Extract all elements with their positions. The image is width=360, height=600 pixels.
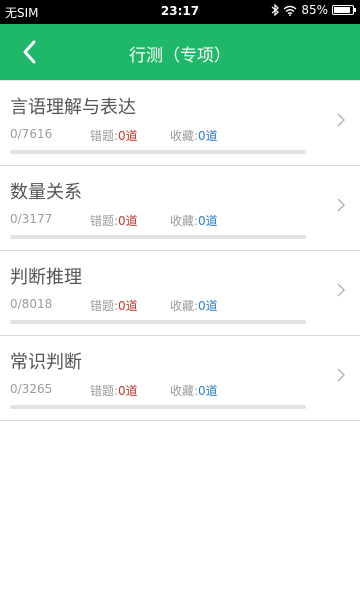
wrong-count: 0道 [118, 384, 138, 398]
favorites: 收藏:0道 [170, 382, 218, 399]
category-name: 言语理解与表达 [10, 97, 136, 118]
battery-percent: 85% [301, 3, 328, 17]
favorites: 收藏:0道 [170, 212, 218, 229]
wrong-label: 错题: [90, 299, 119, 313]
app-header: 行测（专项） [0, 24, 360, 80]
category-item-general-knowledge[interactable]: 常识判断 0/3265 错题:0道 收藏:0道 [0, 336, 360, 421]
category-item-verbal[interactable]: 言语理解与表达 0/7616 错题:0道 收藏:0道 [0, 81, 360, 166]
favorite-count: 0道 [198, 384, 218, 398]
wrong-questions: 错题:0道 [90, 297, 138, 314]
favorites: 收藏:0道 [170, 297, 218, 314]
category-item-reasoning[interactable]: 判断推理 0/8018 错题:0道 收藏:0道 [0, 251, 360, 336]
favorite-label: 收藏: [170, 299, 199, 313]
wrong-count: 0道 [118, 214, 138, 228]
progress-count: 0/8018 [10, 297, 53, 311]
favorite-label: 收藏: [170, 129, 199, 143]
category-name: 常识判断 [10, 352, 82, 373]
category-name: 判断推理 [10, 267, 82, 288]
favorite-count: 0道 [198, 299, 218, 313]
page-title: 行测（专项） [129, 46, 231, 66]
progress-bar [10, 320, 306, 324]
wrong-questions: 错题:0道 [90, 382, 138, 399]
progress-bar [10, 235, 306, 239]
category-name: 数量关系 [10, 182, 82, 203]
progress-count: 0/7616 [10, 127, 53, 141]
progress-bar [10, 150, 306, 154]
favorite-count: 0道 [198, 129, 218, 143]
chevron-right-icon [337, 113, 346, 127]
progress-bar [10, 405, 306, 409]
category-list: 言语理解与表达 0/7616 错题:0道 收藏:0道 数量关系 0/3177 错… [0, 80, 360, 421]
wrong-label: 错题: [90, 129, 119, 143]
battery-icon [332, 5, 356, 15]
chevron-right-icon [337, 283, 346, 297]
wrong-questions: 错题:0道 [90, 212, 138, 229]
chevron-right-icon [337, 198, 346, 212]
favorite-count: 0道 [198, 214, 218, 228]
favorites: 收藏:0道 [170, 127, 218, 144]
wrong-label: 错题: [90, 214, 119, 228]
favorite-label: 收藏: [170, 384, 199, 398]
status-icons: 85% [271, 3, 356, 17]
category-item-quantitative[interactable]: 数量关系 0/3177 错题:0道 收藏:0道 [0, 166, 360, 251]
chevron-right-icon [337, 368, 346, 382]
wrong-label: 错题: [90, 384, 119, 398]
wrong-count: 0道 [118, 129, 138, 143]
wrong-questions: 错题:0道 [90, 127, 138, 144]
status-bar: 无SIM 23:17 85% [0, 0, 360, 24]
wifi-icon [283, 5, 297, 16]
favorite-label: 收藏: [170, 214, 199, 228]
wrong-count: 0道 [118, 299, 138, 313]
progress-count: 0/3177 [10, 212, 53, 226]
bluetooth-icon [271, 4, 280, 16]
progress-count: 0/3265 [10, 382, 53, 396]
